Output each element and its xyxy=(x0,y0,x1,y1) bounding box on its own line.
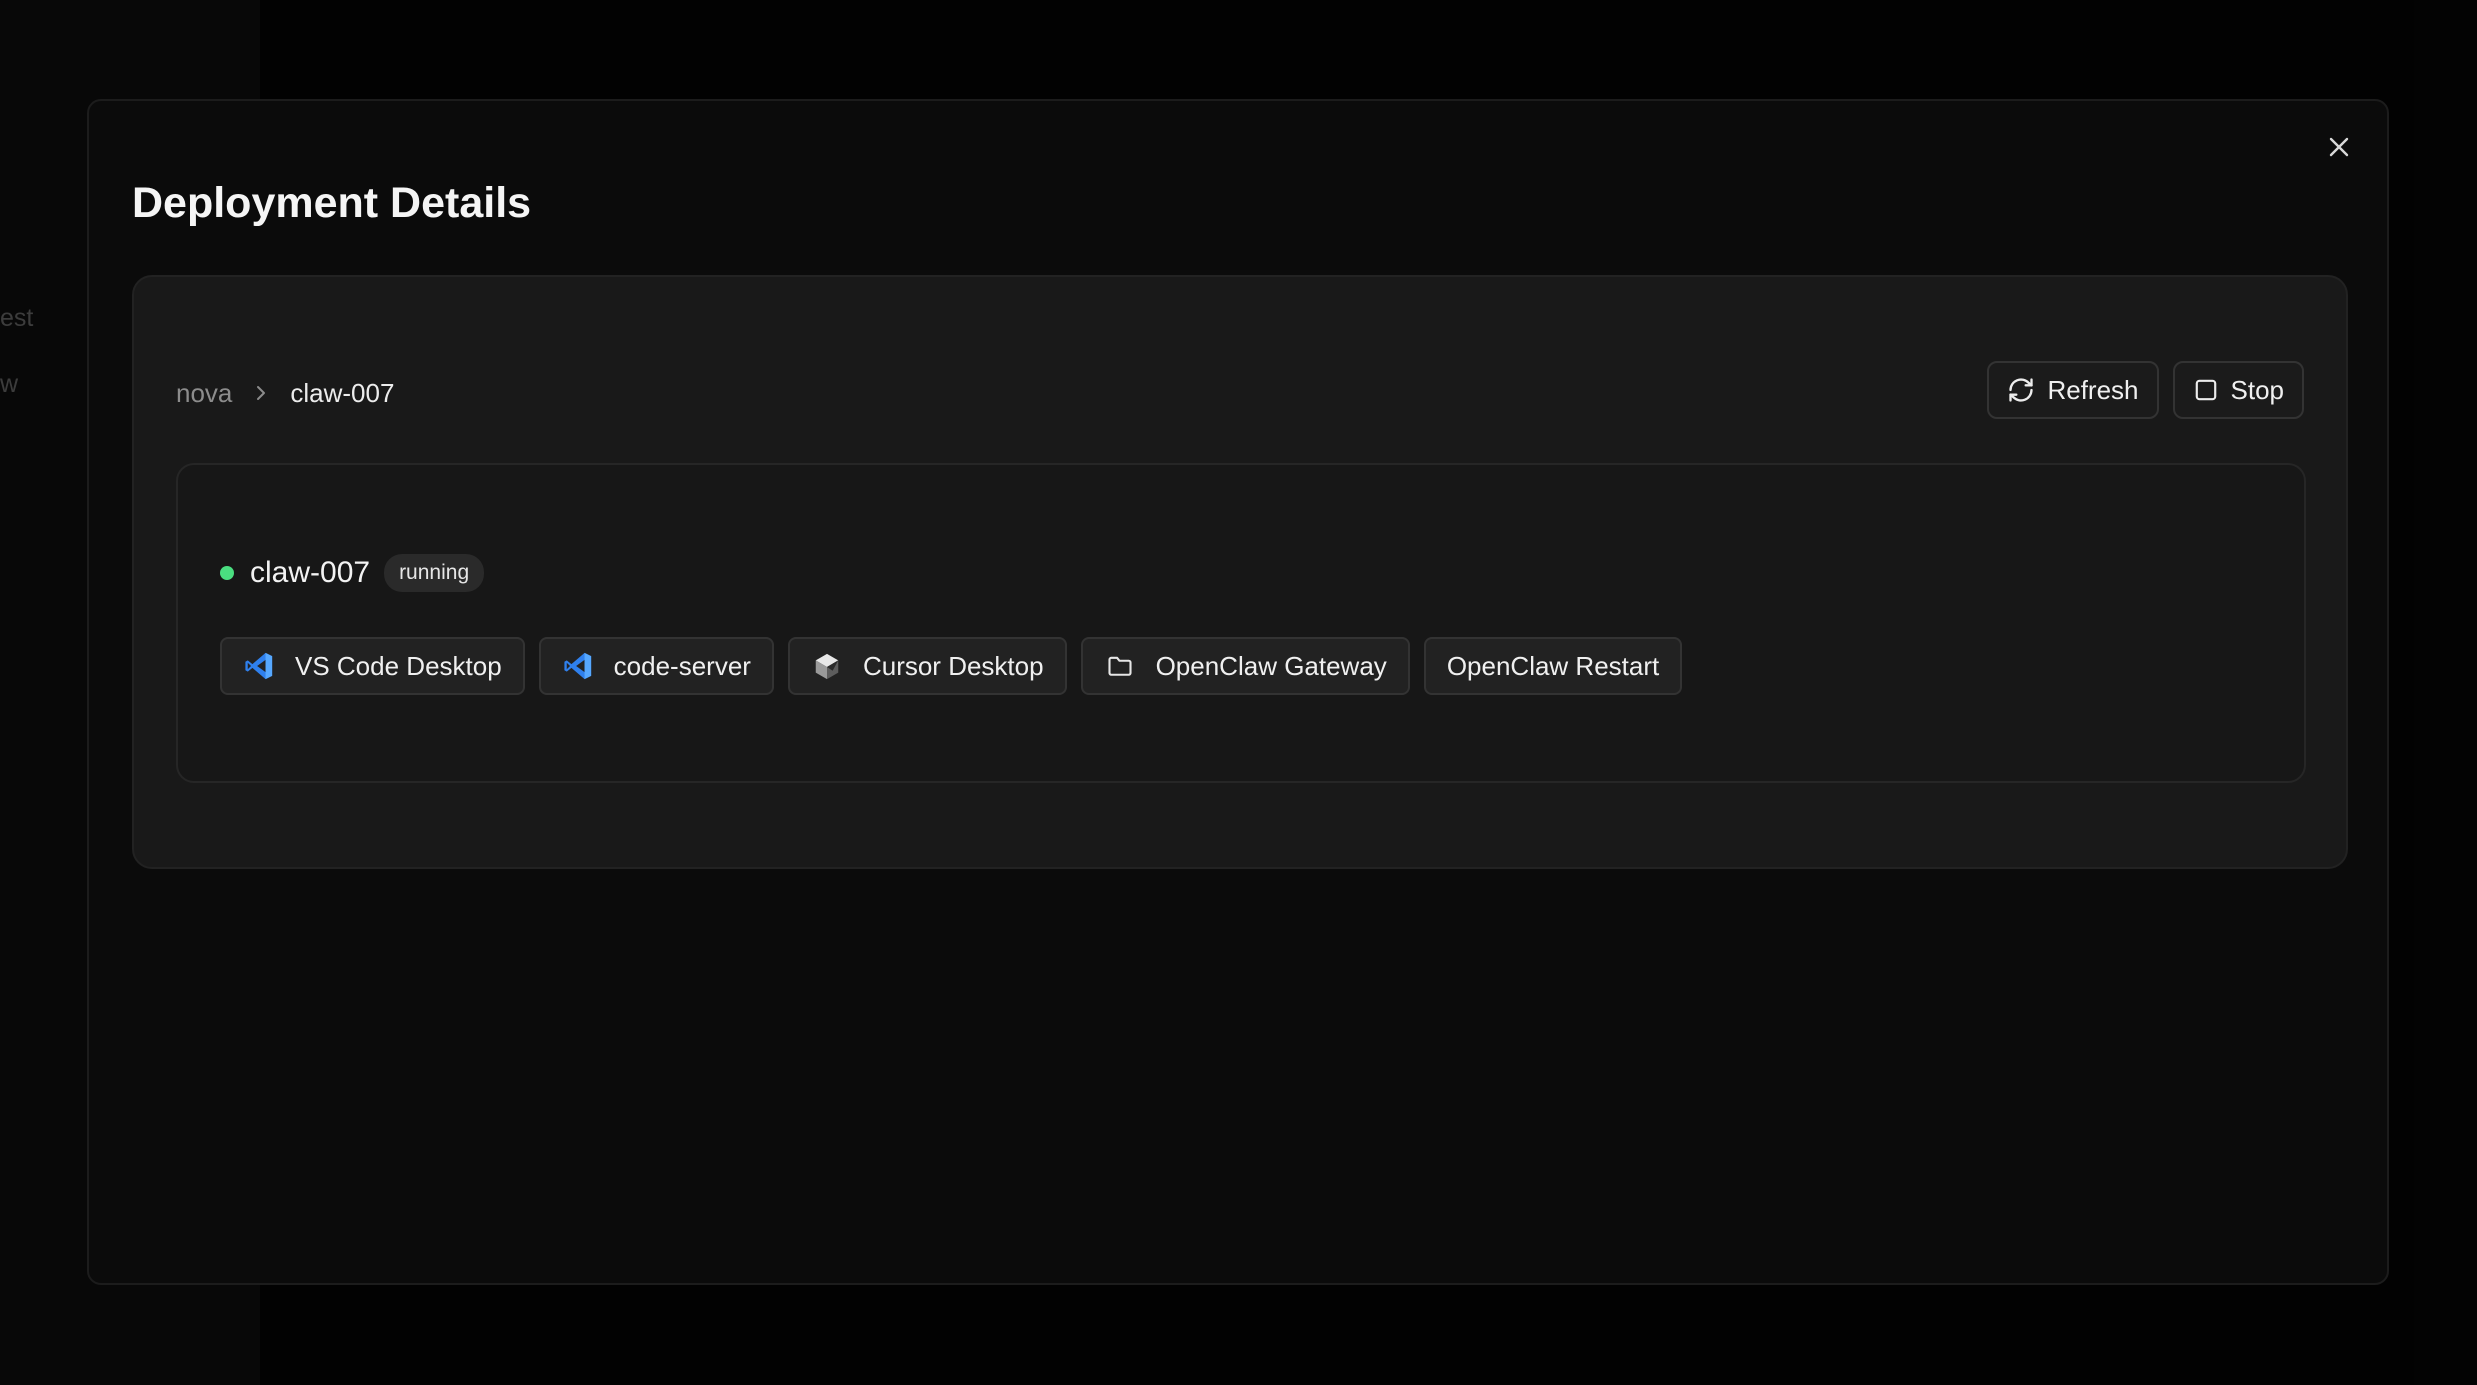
tool-code-server[interactable]: code-server xyxy=(538,637,774,695)
deployment-header: claw-007 running xyxy=(220,553,485,593)
vscode-icon xyxy=(243,650,275,682)
close-button[interactable] xyxy=(2323,131,2355,163)
folder-icon xyxy=(1104,650,1136,682)
tool-cursor-desktop[interactable]: Cursor Desktop xyxy=(787,637,1067,695)
status-dot xyxy=(220,566,234,580)
refresh-label: Refresh xyxy=(2047,374,2139,405)
modal-title: Deployment Details xyxy=(132,179,532,227)
deployment-details-modal: Deployment Details nova claw-007 Refresh xyxy=(87,99,2389,1285)
tool-label: OpenClaw Gateway xyxy=(1155,650,1387,681)
deployment-panel: nova claw-007 Refresh Stop claw-007 runn… xyxy=(132,275,2348,869)
tool-vscode-desktop[interactable]: VS Code Desktop xyxy=(220,637,525,695)
status-badge: running xyxy=(384,554,485,592)
tool-label: Cursor Desktop xyxy=(862,650,1044,681)
deployment-card: claw-007 running VS Code Desktop code-se… xyxy=(176,463,2306,783)
tool-label: OpenClaw Restart xyxy=(1446,650,1660,681)
close-icon xyxy=(2329,137,2349,157)
breadcrumb-root[interactable]: nova xyxy=(176,378,232,409)
refresh-button[interactable]: Refresh xyxy=(1987,361,2159,419)
stop-button[interactable]: Stop xyxy=(2172,361,2304,419)
breadcrumb-current: claw-007 xyxy=(290,377,395,408)
breadcrumb: nova claw-007 xyxy=(176,373,394,413)
chevron-right-icon xyxy=(254,384,268,402)
tool-openclaw-restart[interactable]: OpenClaw Restart xyxy=(1423,637,1683,695)
tool-label: code-server xyxy=(613,650,751,681)
stop-label: Stop xyxy=(2230,374,2285,405)
vscode-icon xyxy=(562,650,594,682)
cursor-icon xyxy=(811,650,843,682)
refresh-icon xyxy=(2009,378,2034,402)
tool-list: VS Code Desktop code-server Cursor Deskt… xyxy=(220,637,1683,695)
deployment-name: claw-007 xyxy=(250,556,371,589)
tool-label: VS Code Desktop xyxy=(295,650,502,681)
tool-openclaw-gateway[interactable]: OpenClaw Gateway xyxy=(1080,637,1410,695)
stop-icon xyxy=(2195,379,2216,401)
action-bar: Refresh Stop xyxy=(1987,361,2304,419)
